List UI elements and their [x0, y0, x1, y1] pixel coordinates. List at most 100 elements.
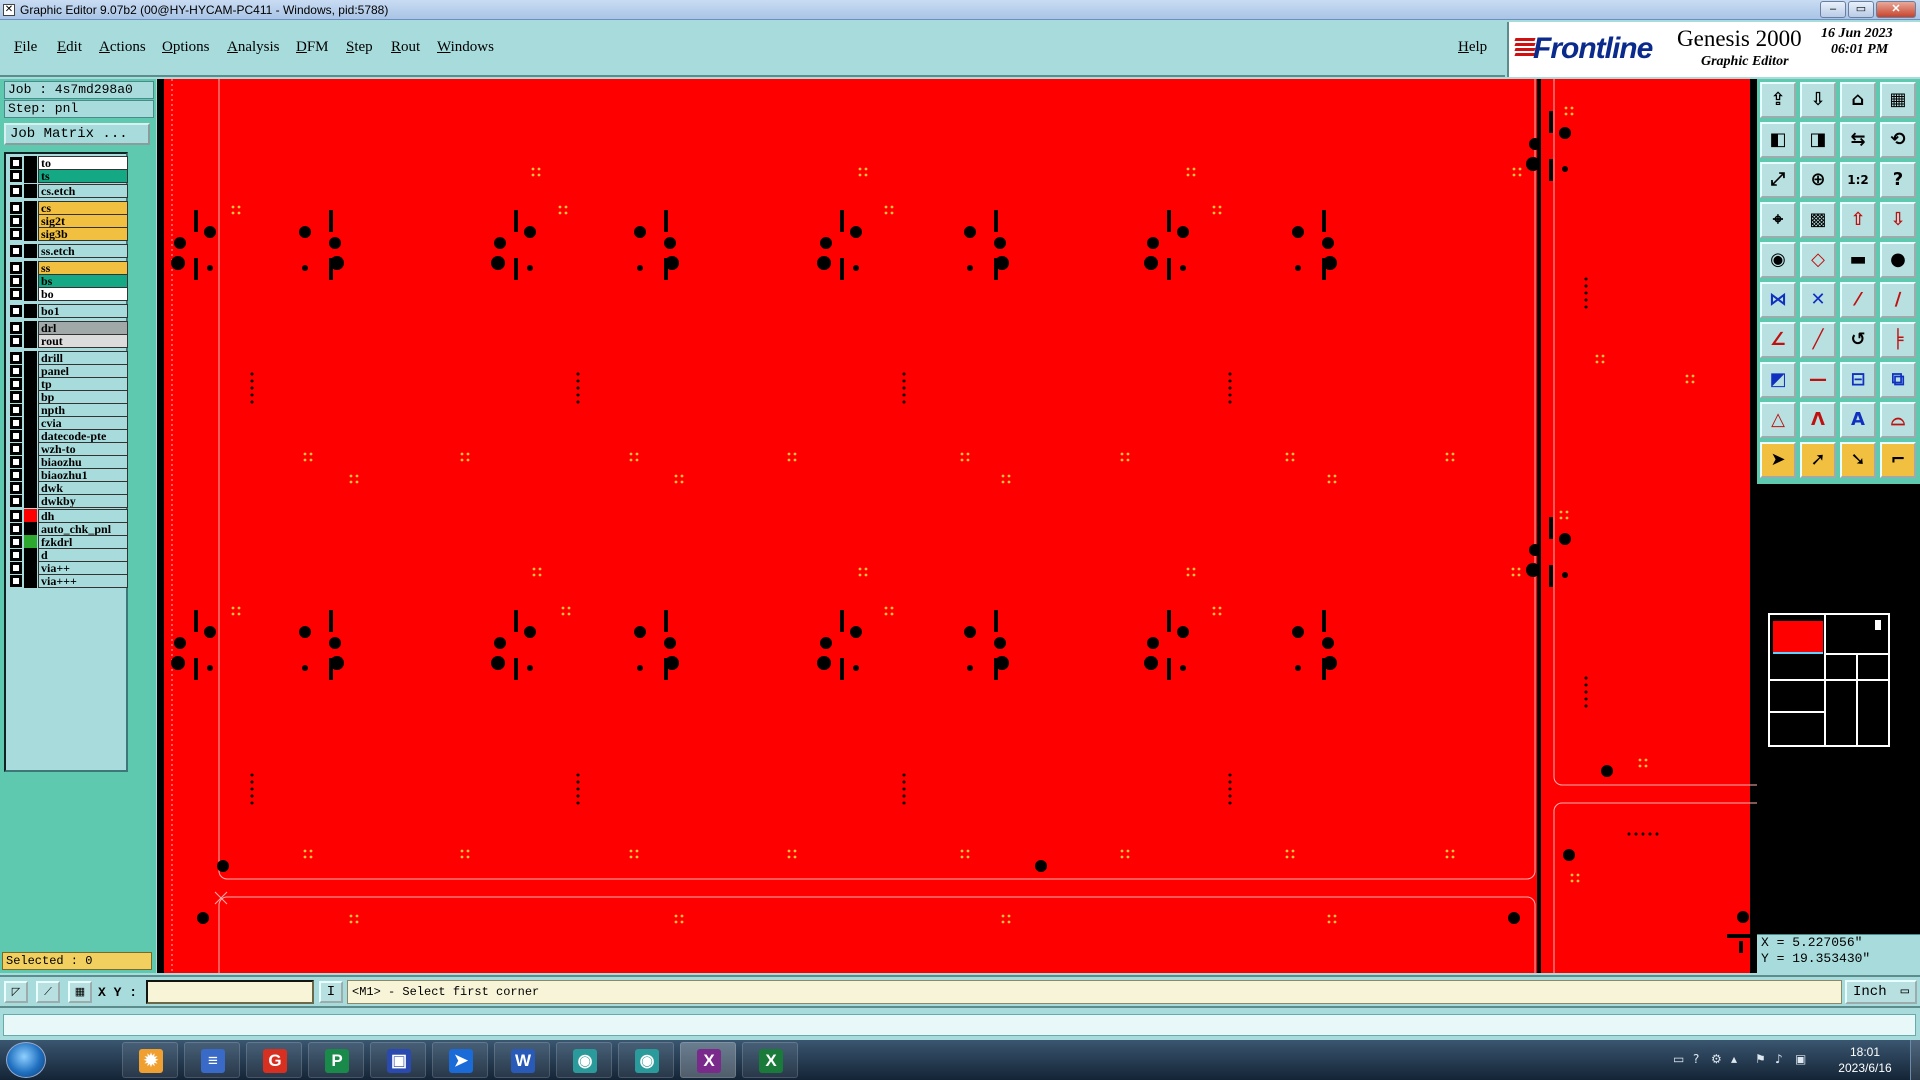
ruler-icon[interactable]: ▬ [1840, 242, 1876, 278]
pad-icon[interactable]: ● [1880, 242, 1916, 278]
layer-color-swatch[interactable] [24, 169, 37, 183]
layer-row-cvia[interactable]: cvia [8, 416, 128, 430]
line-point-icon[interactable]: ∕ [1880, 282, 1916, 318]
layer-checkbox[interactable] [10, 202, 22, 214]
layer-row-bs[interactable]: bs [8, 274, 128, 288]
angle-mode-icon[interactable]: ⟋ [36, 981, 60, 1003]
point-icon[interactable]: ⁄ [1840, 282, 1876, 318]
layer-checkbox[interactable] [10, 335, 22, 347]
layer-row-datecode-pte[interactable]: datecode-pte [8, 429, 128, 443]
layer-checkbox[interactable] [10, 288, 22, 300]
overview-panel[interactable] [1757, 484, 1920, 934]
arc-icon[interactable]: ↺ [1840, 322, 1876, 358]
layer-color-swatch[interactable] [24, 494, 37, 508]
layer-color-swatch[interactable] [24, 390, 37, 404]
menu-analysis[interactable]: Analysis [227, 39, 280, 56]
layer-name[interactable]: ss [38, 261, 128, 275]
layer-checkbox[interactable] [10, 549, 22, 561]
layer-name[interactable]: auto_chk_pnl [38, 522, 128, 536]
text-cursor-icon[interactable]: I [319, 981, 343, 1003]
a-arc-icon[interactable]: ⌓ [1880, 402, 1916, 438]
taskbar-app-word[interactable]: W [494, 1042, 550, 1078]
taskbar-app-notepad[interactable]: ≡ [184, 1042, 240, 1078]
layer-color-swatch[interactable] [24, 156, 37, 170]
layer-row-fzkdrl[interactable]: fzkdrl [8, 535, 128, 549]
layer-row-ss[interactable]: ss [8, 261, 128, 275]
camera-icon[interactable]: ◉ [1760, 242, 1796, 278]
minimize-button[interactable]: – [1820, 1, 1846, 18]
layer-color-swatch[interactable] [24, 522, 37, 536]
layer-name[interactable]: via+++ [38, 574, 128, 588]
layer-color-swatch[interactable] [24, 481, 37, 495]
layer-name[interactable]: ss.etch [38, 244, 128, 258]
layer-row-bp[interactable]: bp [8, 390, 128, 404]
layer-name[interactable]: panel [38, 364, 128, 378]
layer-color-swatch[interactable] [24, 261, 37, 275]
layer-checkbox[interactable] [10, 495, 22, 507]
layer-name[interactable]: bs [38, 274, 128, 288]
layers-down-icon[interactable]: ⇩ [1880, 202, 1916, 238]
layer-row-wzh-to[interactable]: wzh-to [8, 442, 128, 456]
layer-checkbox[interactable] [10, 575, 22, 587]
layer-row-biaozhu1[interactable]: biaozhu1 [8, 468, 128, 482]
layer-color-swatch[interactable] [24, 351, 37, 365]
layer-name[interactable]: cs [38, 201, 128, 215]
layer-color-swatch[interactable] [24, 416, 37, 430]
layer-checkbox[interactable] [10, 245, 22, 257]
layer-color-swatch[interactable] [24, 321, 37, 335]
layer-row-d[interactable]: d [8, 548, 128, 562]
taskbar-app-genesis-eye[interactable]: ◉ [556, 1042, 612, 1078]
clock[interactable]: 18:01 2023/6/16 [1825, 1044, 1905, 1076]
taskbar-app-arrow-app[interactable]: ➤ [432, 1042, 488, 1078]
triangle-icon[interactable]: △ [1760, 402, 1796, 438]
restore-button[interactable]: ▭ [1848, 1, 1874, 18]
layer-row-npth[interactable]: npth [8, 403, 128, 417]
box-icon[interactable]: ◩ [1760, 362, 1796, 398]
fit-icon[interactable]: ⤢ [1760, 162, 1796, 198]
layer-row-sig2t[interactable]: sig2t [8, 214, 128, 228]
layer-checkbox[interactable] [10, 417, 22, 429]
scale-1-2-icon[interactable]: 1:2 [1840, 162, 1876, 198]
menu-options[interactable]: Options [162, 39, 210, 56]
taskbar-app-office-red[interactable]: G [246, 1042, 302, 1078]
layers-up-icon[interactable]: ⇧ [1840, 202, 1876, 238]
layer-checkbox[interactable] [10, 275, 22, 287]
layer-color-swatch[interactable] [24, 455, 37, 469]
layer-row-via-[interactable]: via++ [8, 561, 128, 575]
layer-checkbox[interactable] [10, 352, 22, 364]
measure-angle-icon[interactable]: ∠ [1760, 322, 1796, 358]
menu-windows[interactable]: Windows [437, 39, 494, 56]
layer-row-bo[interactable]: bo [8, 287, 128, 301]
layer-checkbox[interactable] [10, 322, 22, 334]
layer-name[interactable]: ts [38, 169, 128, 183]
flip-icon[interactable]: ⇆ [1840, 122, 1876, 158]
layer-color-swatch[interactable] [24, 287, 37, 301]
job-matrix-button[interactable]: Job Matrix ... [4, 123, 150, 145]
prev-icon[interactable]: ◧ [1760, 122, 1796, 158]
layer-name[interactable]: biaozhu1 [38, 468, 128, 482]
layer-checkbox[interactable] [10, 365, 22, 377]
unit-selector[interactable]: Inch ▭ [1845, 980, 1917, 1004]
layer-checkbox[interactable] [10, 523, 22, 535]
layer-color-swatch[interactable] [24, 535, 37, 549]
layer-row-dwk[interactable]: dwk [8, 481, 128, 495]
close-button[interactable]: ✕ [1876, 1, 1916, 18]
step-icon[interactable]: ⧉ [1880, 362, 1916, 398]
menu-file[interactable]: File [14, 39, 37, 56]
layer-checkbox[interactable] [10, 404, 22, 416]
layer-row-tp[interactable]: tp [8, 377, 128, 391]
layer-color-swatch[interactable] [24, 244, 37, 258]
show-desktop-button[interactable] [1910, 1040, 1920, 1080]
layer-row-cs[interactable]: cs [8, 201, 128, 215]
taskbar-app-publisher[interactable]: P [308, 1042, 364, 1078]
pointer-icon[interactable]: ➤ [1760, 442, 1796, 478]
layer-name[interactable]: npth [38, 403, 128, 417]
layer-checkbox[interactable] [10, 510, 22, 522]
layer-color-swatch[interactable] [24, 403, 37, 417]
layer-name[interactable]: cs.etch [38, 184, 128, 198]
layer-color-swatch[interactable] [24, 334, 37, 348]
connect-icon[interactable]: ⋈ [1760, 282, 1796, 318]
layer-color-swatch[interactable] [24, 442, 37, 456]
next-icon[interactable]: ◨ [1800, 122, 1836, 158]
save-icon[interactable]: ⇩ [1800, 82, 1836, 118]
